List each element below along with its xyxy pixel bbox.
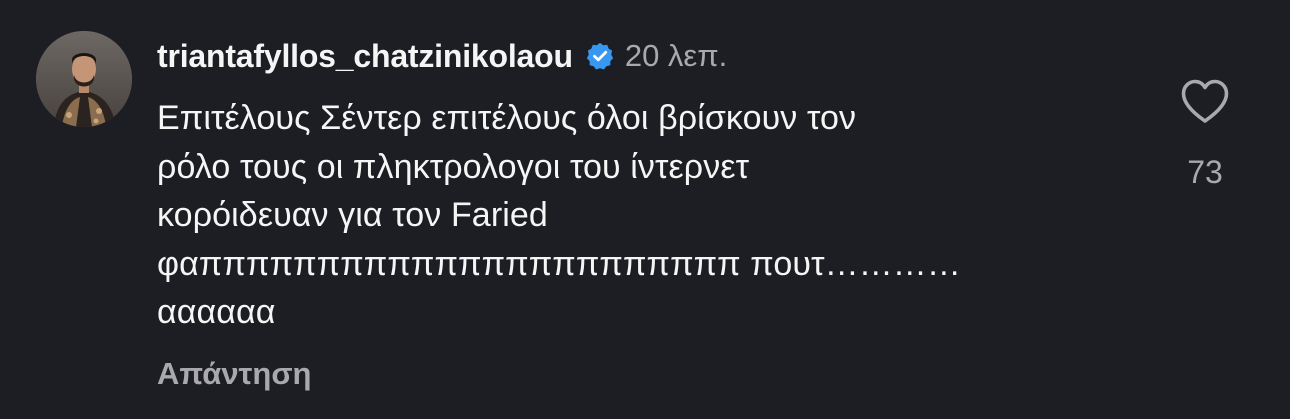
comment: triantafyllos_chatzinikolaou 20 λεπ. Επι… [0,0,1290,419]
like-count: 73 [1187,154,1223,190]
heart-icon [1181,79,1229,123]
username[interactable]: triantafyllos_chatzinikolaou [157,38,573,75]
verified-badge-icon [585,41,615,71]
comment-text: Επιτέλους Σέντερ επιτέλους όλοι βρίσκουν… [157,99,961,331]
comment-header: triantafyllos_chatzinikolaou 20 λεπ. [157,36,727,76]
like-button[interactable] [1180,78,1230,124]
timestamp: 20 λεπ. [624,38,728,73]
avatar[interactable] [36,31,132,127]
reply-button[interactable]: Απάντηση [157,356,311,392]
avatar-image [36,31,132,127]
